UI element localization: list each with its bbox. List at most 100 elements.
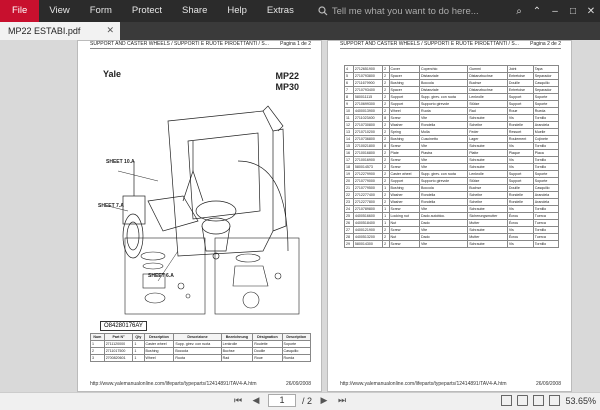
prev-page-icon[interactable]: ◀ <box>250 395 262 406</box>
document-view[interactable]: SUPPORT AND CASTER WHEELS / SUPPORTI E R… <box>0 40 600 392</box>
search-toolbar-icon[interactable]: ⌕ <box>510 0 528 22</box>
menu-help[interactable]: Help <box>217 0 257 22</box>
table-cell: 4400513200 <box>352 233 384 241</box>
window-controls: ⌕ ⌃ – □ ✕ <box>510 0 600 22</box>
menu-form[interactable]: Form <box>80 0 122 22</box>
table-cell: 2712277800 <box>352 198 384 206</box>
footer-url[interactable]: http://www.yalemanualonline.com/lifepart… <box>340 381 507 387</box>
table-cell: Support <box>506 100 534 108</box>
document-tab[interactable]: MP22 ESTABI.pdf ✕ <box>0 22 120 40</box>
footer-url[interactable]: http://www.yalemanualonline.com/lifepart… <box>90 381 257 387</box>
table-row: 27 4400121900 2 Screw Vite Schraube Vis Tornill… <box>344 226 560 234</box>
parts-table-page1: Num Part N° Qty Description Descrizione … <box>90 333 312 362</box>
zoom-controls: 53.65% <box>501 395 596 406</box>
table-cell: Cover <box>388 65 420 73</box>
minimize-icon[interactable]: – <box>546 0 564 22</box>
page-footer: http://www.yalemanualonline.com/lifepart… <box>90 381 311 387</box>
single-page-icon[interactable] <box>533 395 545 406</box>
table-cell: 2710779000 <box>352 177 384 185</box>
menu-file[interactable]: File <box>0 0 40 22</box>
next-page-icon[interactable]: ▶ <box>318 395 330 406</box>
table-cell: Roue <box>252 354 283 362</box>
menu-share[interactable]: Share <box>172 0 217 22</box>
tab-close-icon[interactable]: ✕ <box>106 25 114 36</box>
fit-page-icon[interactable] <box>501 395 513 406</box>
table-row: 10 4400013900 2 Wheel Ruota Rad Roue Rueda <box>344 107 560 115</box>
menu-extras[interactable]: Extras <box>257 0 304 22</box>
detail-boxes-drawing <box>124 237 300 315</box>
table-cell: 5 <box>344 72 354 80</box>
menu-protect[interactable]: Protect <box>122 0 172 22</box>
table-cell: 24 <box>344 205 354 213</box>
model-block: MP22 MP30 <box>275 71 299 93</box>
table-cell: Screw <box>388 142 420 150</box>
table-cell: Placa <box>532 149 560 157</box>
table-cell: Scheibe <box>467 121 508 129</box>
table-cell: Dado <box>418 219 469 227</box>
table-cell: Vis <box>506 205 534 213</box>
table-cell: Vis <box>506 142 534 150</box>
menu-view[interactable]: View <box>39 0 79 22</box>
table-row: 4 2712651900 2 Cover Coperchio Gummi Joint Tapa <box>344 65 560 73</box>
zoom-level[interactable]: 53.65% <box>565 396 596 406</box>
table-cell: Wheel <box>143 354 175 362</box>
table-cell: Schraube <box>467 205 508 213</box>
table-cell: Locking nut <box>388 212 420 220</box>
table-cell: 580011115 <box>352 93 384 101</box>
maximize-icon[interactable]: □ <box>564 0 582 22</box>
table-cell: Douille <box>252 347 283 355</box>
page-header: SUPPORT AND CASTER WHEELS / SUPPORTI E R… <box>340 41 561 49</box>
table-row: 5 2710793800 2 Spacer Distanziale Distanzbuch… <box>344 72 560 80</box>
table-row: 24 2710789800 1 Screw Vite Schraube Vis Tornill… <box>344 205 560 213</box>
table-cell: Boccola <box>418 184 469 192</box>
table-row: 21 2710779500 1 Bushing Boccola Buchse Douille… <box>344 184 560 192</box>
table-cell: Tornillo <box>532 114 560 122</box>
table-cell: Roulette <box>252 340 283 348</box>
table-cell: Mutter <box>467 219 508 227</box>
table-cell: Douille <box>506 184 534 192</box>
header-title: SUPPORT AND CASTER WHEELS / SUPPORTI E R… <box>90 41 269 47</box>
table-cell: Soporte <box>532 170 560 178</box>
page-number-input[interactable]: 1 <box>268 394 296 407</box>
table-cell: Molla <box>418 128 469 136</box>
table-cell: Tuerca <box>532 219 560 227</box>
table-row: 12 2710730800 2 Washer Rondella Scheibe Rondel… <box>344 121 560 129</box>
table-cell: Scheibe <box>467 191 508 199</box>
table-cell: Rondella <box>418 121 469 129</box>
parts-table-page2: 4 2712651900 2 Cover Coperchio Gummi Joint Tapa… <box>344 65 560 248</box>
table-cell: Support <box>388 100 420 108</box>
status-bar: ⏮ ◀ 1 / 2 ▶ ⏭ 53.65% <box>0 392 600 410</box>
close-icon[interactable]: ✕ <box>582 0 600 22</box>
table-cell: Schraube <box>467 142 508 150</box>
table-cell: Boccola <box>173 347 222 355</box>
table-cell: Tuerca <box>532 212 560 220</box>
tell-me-search[interactable]: Tell me what you want to do here... <box>318 6 479 17</box>
table-cell: Dado autobloc. <box>418 212 469 220</box>
table-cell: Vite <box>418 226 469 234</box>
chevron-up-icon[interactable]: ⌃ <box>528 0 546 22</box>
table-cell: Écrou <box>506 219 534 227</box>
table-cell: Schraube <box>467 163 508 171</box>
table-cell: 17 <box>344 156 354 164</box>
table-cell: Arandela <box>532 121 560 129</box>
table-row: 6 2711679900 2 Bushing Boccola Buchse Douille C… <box>344 79 560 87</box>
two-page-icon[interactable] <box>549 395 561 406</box>
last-page-icon[interactable]: ⏭ <box>336 395 348 406</box>
table-cell: Schraube <box>467 226 508 234</box>
table-cell: Arandela <box>532 198 560 206</box>
table-cell: Roue <box>506 107 534 115</box>
model-2: MP30 <box>275 82 299 92</box>
brand-logo: Yale <box>103 69 122 79</box>
table-cell: 4 <box>344 65 354 73</box>
fit-width-icon[interactable] <box>517 395 529 406</box>
table-cell: Rad <box>467 107 508 115</box>
search-icon <box>318 6 328 16</box>
table-cell: 19 <box>344 170 354 178</box>
table-cell: 2710021800 <box>352 142 384 150</box>
table-cell: 4400516600 <box>352 212 384 220</box>
table-cell: Casquillo <box>532 184 560 192</box>
first-page-icon[interactable]: ⏮ <box>232 395 244 406</box>
header-title: SUPPORT AND CASTER WHEELS / SUPPORTI E R… <box>340 41 519 47</box>
table-cell: Rad <box>220 354 254 362</box>
table-row: 29 580014300 2 Screw Vite Schraube Vis Tornillo <box>344 240 560 248</box>
